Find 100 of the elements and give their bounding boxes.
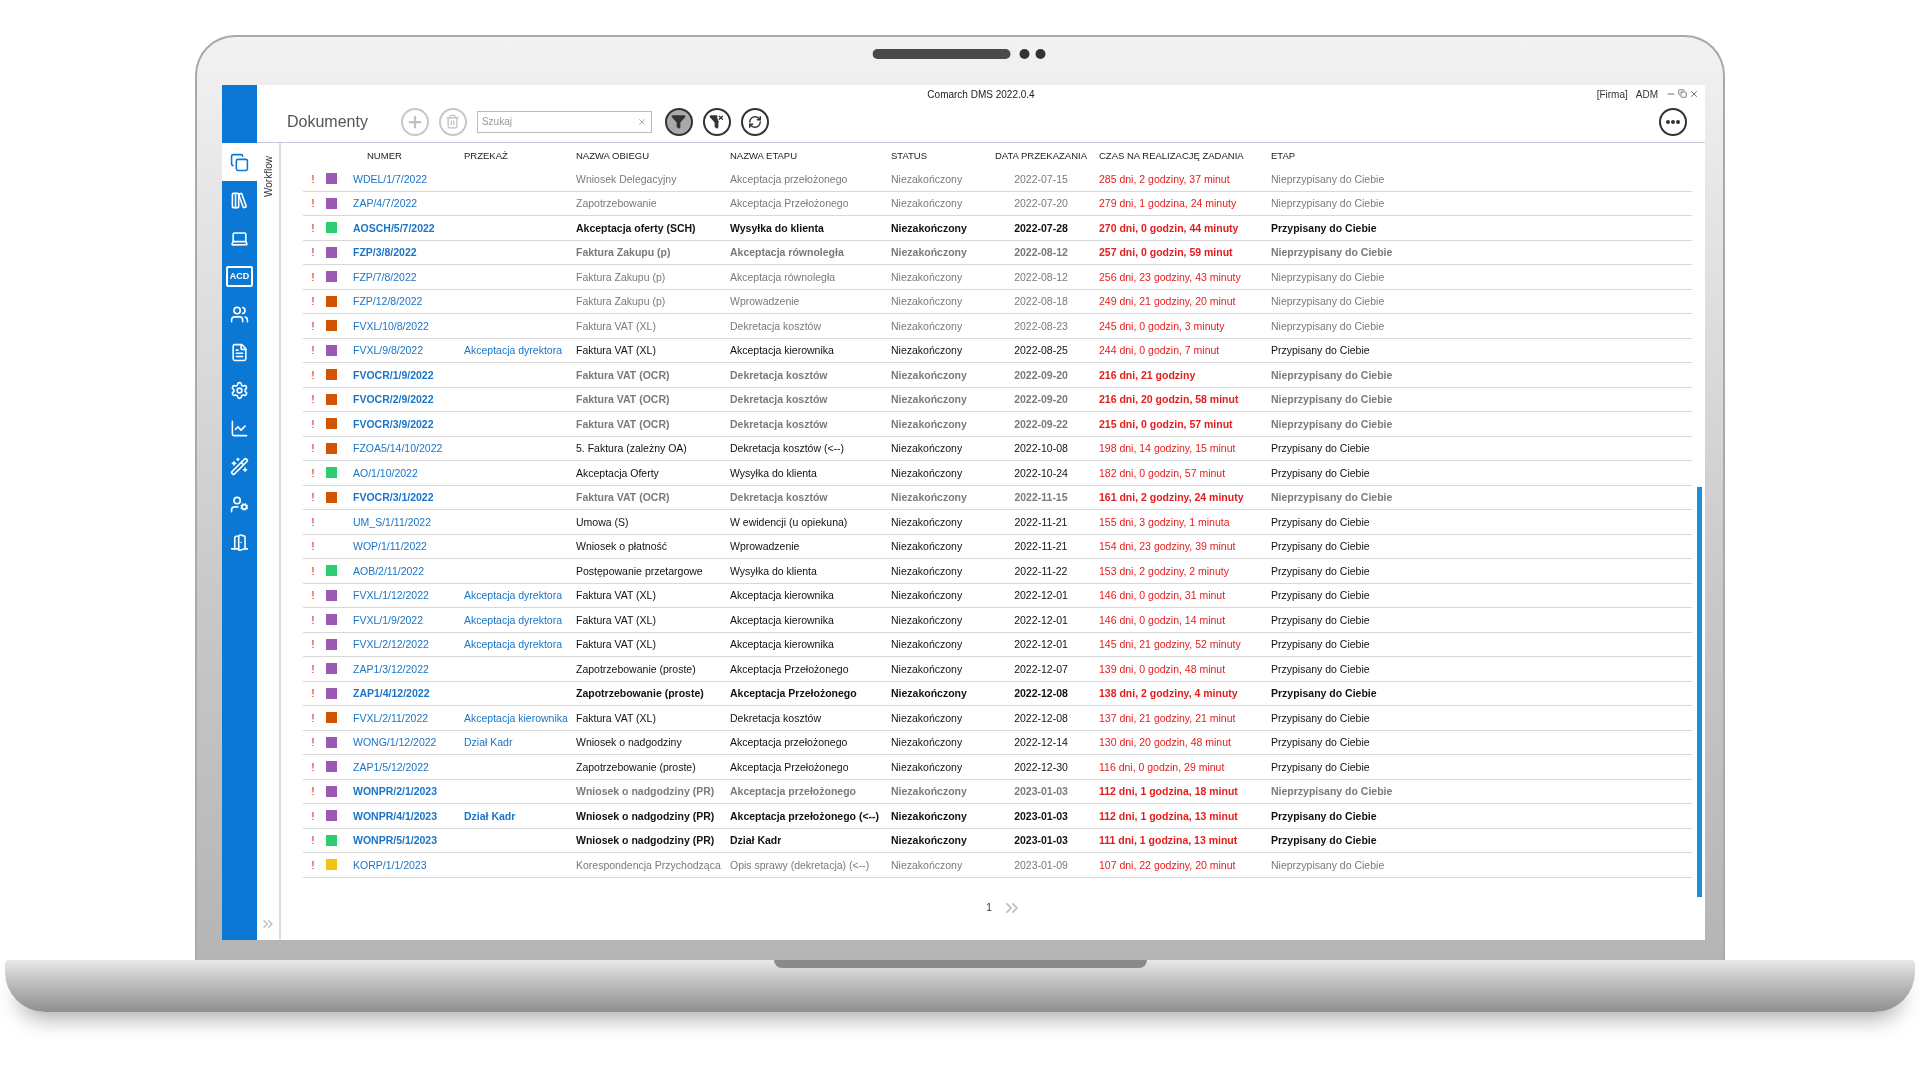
handover-link[interactable]: Dział Kadr bbox=[464, 809, 516, 822]
document-link[interactable]: WONPR/2/1/2023 bbox=[353, 785, 438, 798]
table-row[interactable]: ! WONPR/4/1/2023 Dział Kadr Wniosek o nadgodziny (PR) Akceptacja przełożonego (<--) Niezakończony 2023-01-03 112 dni, 1 godzina, 13 minut Przypisany do Ciebie bbox=[303, 804, 1692, 829]
document-link[interactable]: UM_S/1/11/2022 bbox=[353, 515, 432, 528]
table-cell-text: 107 dni, 22 godziny, 20 minut bbox=[1099, 858, 1237, 871]
handover-link[interactable]: Dział Kadr bbox=[464, 736, 513, 749]
refresh-button[interactable] bbox=[740, 107, 769, 136]
clear-icon[interactable] bbox=[636, 116, 647, 127]
filter-button[interactable] bbox=[664, 107, 693, 136]
table-row[interactable]: ! AOB/2/11/2022 Postępowanie przetargowe Wysyłka do klienta Niezakończony 2022-11-22 153 dni, 2 godziny, 2 minuty Przypisany do Ciebie bbox=[303, 559, 1692, 584]
table-row[interactable]: ! FZP/7/8/2022 Faktura Zakupu (p) Akceptacja równoległa Niezakończony 2022-08-12 256 dni, 23 godziny, 43 minuty Nieprzypisany do Ciebie bbox=[303, 265, 1692, 290]
search-field[interactable]: Szukaj bbox=[476, 110, 652, 133]
table-row[interactable]: ! WONPR/5/1/2023 Wniosek o nadgodziny (PR) Dział Kadr Niezakończony 2023-01-03 111 dni, 1 godzina, 13 minut Przypisany do Ciebie bbox=[303, 828, 1692, 853]
handover-link[interactable]: Akceptacja dyrektora bbox=[464, 613, 563, 626]
table-row[interactable]: ! AOSCH/5/7/2022 Akceptacja oferty (SCH) Wysyłka do klienta Niezakończony 2022-07-28 270 dni, 0 godzin, 44 minuty Przypisany do Ciebie bbox=[303, 216, 1692, 241]
handover-link[interactable]: Akceptacja dyrektora bbox=[464, 344, 563, 357]
table-row[interactable]: ! FVXL/2/12/2022 Akceptacja dyrektora Faktura VAT (XL) Akceptacja kierownika Niezakończony 2022-12-01 145 dni, 21 godziny, 52 minuty Przypisany do Ciebie bbox=[303, 632, 1692, 657]
document-link[interactable]: WONPR/5/1/2023 bbox=[353, 834, 438, 847]
table-row[interactable]: ! UM_S/1/11/2022 Umowa (S) W ewidencji (u opiekuna) Niezakończony 2022-11-21 155 dni, 3 godziny, 1 minuta Przypisany do Ciebie bbox=[303, 510, 1692, 535]
table-row[interactable]: ! FVOCR/1/9/2022 Faktura VAT (OCR) Dekretacja kosztów Niezakończony 2022-09-20 216 dni, 21 godziny Nieprzypisany do Ciebie bbox=[303, 363, 1692, 388]
table-cell-text: Wniosek Delegacyjny bbox=[576, 172, 678, 185]
document-link[interactable]: ZAP1/3/12/2022 bbox=[353, 662, 429, 675]
column-header[interactable]: CZAS NA REALIZACJĘ ZADANIA bbox=[1099, 149, 1271, 161]
handover-link[interactable]: Akceptacja dyrektora bbox=[464, 589, 563, 602]
table-row[interactable]: ! FVXL/2/11/2022 Akceptacja kierownika Faktura VAT (XL) Dekretacja kosztów Niezakończony 2022-12-08 137 dni, 21 godziny, 21 minut Przypisany do Ciebie bbox=[303, 706, 1692, 731]
table-cell-text: Zapotrzebowanie (proste) bbox=[576, 662, 697, 675]
document-link[interactable]: FVXL/10/8/2022 bbox=[353, 319, 429, 332]
document-link[interactable]: FZP/7/8/2022 bbox=[353, 270, 417, 283]
table-cell-text: 2022-12-01 bbox=[1013, 638, 1069, 651]
table-row[interactable]: ! ZAP1/4/12/2022 Zapotrzebowanie (proste) Akceptacja Przełożonego Niezakończony 2022-12-08 138 dni, 2 godziny, 4 minuty Przypisany do Ciebie bbox=[303, 681, 1692, 706]
table-row[interactable]: ! FZOA5/14/10/2022 5. Faktura (zależny OA) Dekretacja kosztów (<--) Niezakończony 2022-10-08 198 dni, 14 godziny, 15 minut Przypisany do Ciebie bbox=[303, 436, 1692, 461]
priority-mark: ! bbox=[310, 834, 316, 847]
column-header[interactable]: PRZEKAŻ bbox=[464, 149, 576, 161]
sidebar-button[interactable]: ACD bbox=[222, 257, 257, 295]
document-link[interactable]: KORP/1/1/2023 bbox=[353, 858, 427, 871]
document-link[interactable]: FVXL/1/12/2022 bbox=[353, 589, 429, 602]
document-link[interactable]: ZAP1/5/12/2022 bbox=[353, 760, 429, 773]
table-row[interactable]: ! FVXL/10/8/2022 Faktura VAT (XL) Dekretacja kosztów Niezakończony 2022-08-23 245 dni, 0 godzin, 3 minuty Nieprzypisany do Ciebie bbox=[303, 314, 1692, 339]
table-row[interactable]: ! ZAP/4/7/2022 Zapotrzebowanie Akceptacja Przełożonego Niezakończony 2022-07-20 279 dni, 1 godzina, 24 minuty Nieprzypisany do Ciebie bbox=[303, 191, 1692, 216]
table-cell-text: Akceptacja przełożonego bbox=[730, 172, 849, 185]
handover-link[interactable]: Akceptacja kierownika bbox=[464, 711, 568, 724]
column-header[interactable]: NAZWA OBIEGU bbox=[576, 149, 730, 161]
table-row[interactable]: ! AO/1/10/2022 Akceptacja Oferty Wysyłka do klienta Niezakończony 2022-10-24 182 dni, 0 godzin, 57 minut Przypisany do Ciebie bbox=[303, 461, 1692, 486]
column-header[interactable]: NAZWA ETAPU bbox=[730, 149, 891, 161]
table-cell-text: 2022-11-22 bbox=[1013, 564, 1069, 577]
table-row[interactable]: ! KORP/1/1/2023 Korespondencja Przychodząca Opis sprawy (dekretacja) (<--) Niezakończony 2023-01-09 107 dni, 22 godziny, 20 minut Nieprzypisany do Ciebie bbox=[303, 853, 1692, 878]
page-number[interactable]: 1 bbox=[986, 902, 992, 913]
document-link[interactable]: WONPR/4/1/2023 bbox=[353, 809, 438, 822]
table-row[interactable]: ! FVOCR/3/9/2022 Faktura VAT (OCR) Dekretacja kosztów Niezakończony 2022-09-22 215 dni, 0 godzin, 57 minut Nieprzypisany do Ciebie bbox=[303, 412, 1692, 437]
workflow-tab[interactable]: Workflow bbox=[262, 156, 274, 197]
document-link[interactable]: ZAP1/4/12/2022 bbox=[353, 687, 430, 700]
document-link[interactable]: AOB/2/11/2022 bbox=[353, 564, 425, 577]
document-link[interactable]: FZP/3/8/2022 bbox=[353, 246, 417, 259]
document-link[interactable]: FVOCR/1/9/2022 bbox=[353, 368, 434, 381]
document-link[interactable]: FZOA5/14/10/2022 bbox=[353, 442, 443, 455]
table-row[interactable]: ! WONPR/2/1/2023 Wniosek o nadgodziny (PR) Akceptacja przełożonego Niezakończony 2023-01-03 112 dni, 1 godzina, 18 minut Nieprzypisany do Ciebie bbox=[303, 779, 1692, 804]
column-header[interactable]: DATA PRZEKAZANIA bbox=[983, 149, 1099, 161]
scrollbar[interactable] bbox=[1697, 487, 1702, 897]
table-cell-text: 145 dni, 21 godziny, 52 minuty bbox=[1099, 638, 1242, 651]
table-cell-text: 2022-10-24 bbox=[1013, 466, 1069, 479]
document-link[interactable]: FVOCR/2/9/2022 bbox=[353, 393, 434, 406]
document-link[interactable]: FVXL/2/12/2022 bbox=[353, 638, 429, 651]
table-row[interactable]: ! ZAP1/3/12/2022 Zapotrzebowanie (proste) Akceptacja Przełożonego Niezakończony 2022-12-07 139 dni, 0 godzin, 48 minut Przypisany do Ciebie bbox=[303, 657, 1692, 682]
table-row[interactable]: ! FVXL/1/12/2022 Akceptacja dyrektora Faktura VAT (XL) Akceptacja kierownika Niezakończony 2022-12-01 146 dni, 0 godzin, 31 minut Przypisany do Ciebie bbox=[303, 583, 1692, 608]
more-button[interactable] bbox=[1659, 107, 1687, 136]
table-row[interactable]: ! FVOCR/3/1/2022 Faktura VAT (OCR) Dekretacja kosztów Niezakończony 2022-11-15 161 dni, 2 godziny, 24 minuty Nieprzypisany do Ciebie bbox=[303, 485, 1692, 510]
clear-filter-button[interactable] bbox=[702, 107, 731, 136]
document-link[interactable]: AO/1/10/2022 bbox=[353, 466, 418, 479]
table-row[interactable]: ! ZAP1/5/12/2022 Zapotrzebowanie (proste) Akceptacja Przełożonego Niezakończony 2022-12-30 116 dni, 0 godzin, 29 minut Przypisany do Ciebie bbox=[303, 755, 1692, 780]
table-cell-text: 2023-01-03 bbox=[1013, 809, 1069, 822]
document-link[interactable]: FVOCR/3/9/2022 bbox=[353, 417, 434, 430]
document-link[interactable]: WONG/1/12/2022 bbox=[353, 736, 437, 749]
table-row[interactable]: ! FZP/12/8/2022 Faktura Zakupu (p) Wprowadzenie Niezakończony 2022-08-18 249 dni, 21 godziny, 20 minut Nieprzypisany do Ciebie bbox=[303, 289, 1692, 314]
table-row[interactable]: ! FVXL/1/9/2022 Akceptacja dyrektora Faktura VAT (XL) Akceptacja kierownika Niezakończony 2022-12-01 146 dni, 0 godzin, 14 minut Przypisany do Ciebie bbox=[303, 608, 1692, 633]
table-row[interactable]: ! WDEL/1/7/2022 Wniosek Delegacyjny Akceptacja przełożonego Niezakończony 2022-07-15 285 dni, 2 godziny, 37 minut Nieprzypisany do Ciebie bbox=[303, 167, 1692, 192]
table-row[interactable]: ! FVXL/9/8/2022 Akceptacja dyrektora Faktura VAT (XL) Akceptacja kierownika Niezakończony 2022-08-25 244 dni, 0 godzin, 7 minut Przypisany do Ciebie bbox=[303, 338, 1692, 363]
table-row[interactable]: ! FVOCR/2/9/2022 Faktura VAT (OCR) Dekretacja kosztów Niezakończony 2022-09-20 216 dni, 20 godzin, 58 minut Nieprzypisany do Ciebie bbox=[303, 387, 1692, 412]
table-cell-text: Przypisany do Ciebie bbox=[1271, 760, 1371, 773]
table-row[interactable]: ! FZP/3/8/2022 Faktura Zakupu (p) Akceptacja równoległa Niezakończony 2022-08-12 257 dni, 0 godzin, 59 minut Nieprzypisany do Ciebie bbox=[303, 240, 1692, 265]
table-row[interactable]: ! WONG/1/12/2022 Dział Kadr Wniosek o nadgodziny Akceptacja przełożonego Niezakończony 2022-12-14 130 dni, 20 godzin, 48 minut Przypisany do Ciebie bbox=[303, 730, 1692, 755]
document-link[interactable]: FVXL/1/9/2022 bbox=[353, 613, 424, 626]
document-link[interactable]: FVXL/2/11/2022 bbox=[353, 711, 429, 724]
document-link[interactable]: WOP/1/11/2022 bbox=[353, 540, 427, 553]
restore-icon[interactable] bbox=[1678, 89, 1687, 98]
priority-mark: ! bbox=[310, 687, 316, 700]
handover-link[interactable]: Akceptacja dyrektora bbox=[464, 638, 563, 651]
document-link[interactable]: FVOCR/3/1/2022 bbox=[353, 491, 434, 504]
column-header[interactable]: NUMER bbox=[353, 149, 464, 161]
document-link[interactable]: FZP/12/8/2022 bbox=[353, 295, 423, 308]
table-cell-text: Nieprzypisany do Ciebie bbox=[1271, 319, 1386, 332]
document-link[interactable]: WDEL/1/7/2022 bbox=[353, 172, 428, 185]
table-cell-text: Zapotrzebowanie (proste) bbox=[576, 687, 705, 700]
table-row[interactable]: ! WOP/1/11/2022 Wniosek o płatność Wprowadzenie Niezakończony 2022-11-21 154 dni, 23 godziny, 39 minut Przypisany do Ciebie bbox=[303, 534, 1692, 559]
document-link[interactable]: ZAP/4/7/2022 bbox=[353, 197, 418, 210]
close-icon[interactable] bbox=[1689, 89, 1699, 99]
column-header[interactable]: STATUS bbox=[891, 149, 983, 161]
sidebar-button[interactable] bbox=[222, 143, 257, 181]
document-link[interactable]: AOSCH/5/7/2022 bbox=[353, 221, 435, 234]
document-link[interactable]: FVXL/9/8/2022 bbox=[353, 344, 424, 357]
column-header[interactable]: ETAP bbox=[1271, 149, 1692, 161]
